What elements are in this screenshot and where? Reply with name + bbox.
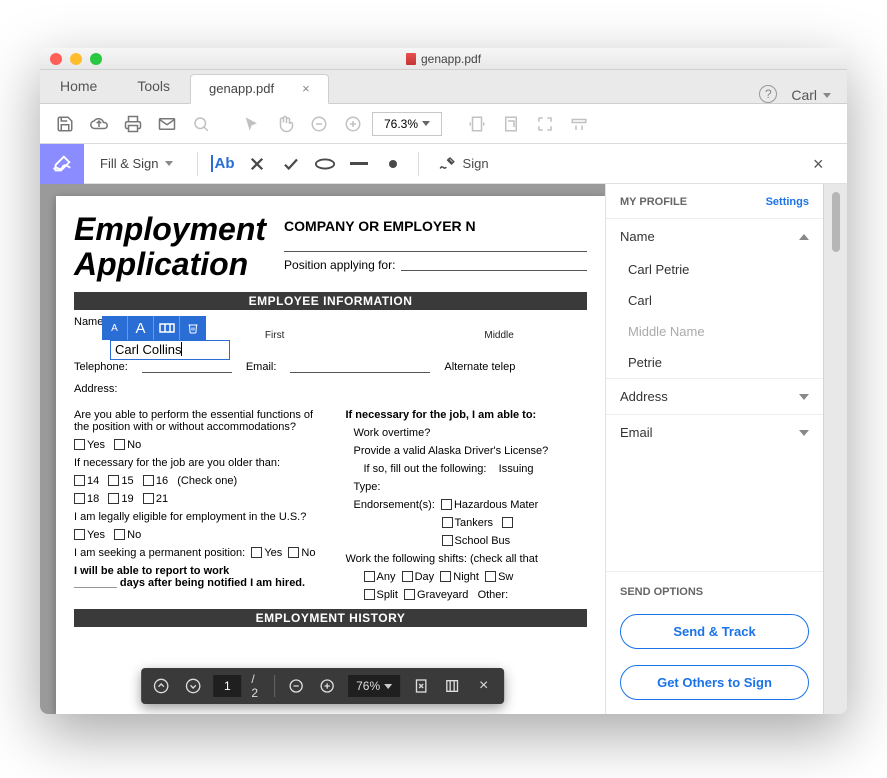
fullscreen-icon[interactable] bbox=[530, 109, 560, 139]
document-viewport[interactable]: Employment Application COMPANY OR EMPLOY… bbox=[40, 184, 605, 714]
window-title: genapp.pdf bbox=[421, 52, 481, 66]
tab-tools[interactable]: Tools bbox=[117, 69, 190, 103]
x-mark-tool[interactable] bbox=[240, 147, 274, 181]
increase-text-icon[interactable]: A bbox=[128, 316, 154, 340]
help-button[interactable]: ? bbox=[759, 85, 777, 103]
zoom-field[interactable]: 76.3% bbox=[372, 112, 442, 136]
pager-close-icon[interactable]: × bbox=[473, 675, 494, 697]
tab-home[interactable]: Home bbox=[40, 69, 117, 103]
profile-middlename[interactable]: Middle Name bbox=[606, 316, 823, 347]
add-text-tool[interactable]: Ab bbox=[206, 147, 240, 181]
settings-link[interactable]: Settings bbox=[766, 196, 809, 208]
minimize-window-button[interactable] bbox=[70, 53, 82, 65]
delete-text-icon[interactable] bbox=[180, 316, 206, 340]
text-edit-toolbar: A A bbox=[102, 316, 206, 340]
dot-tool[interactable] bbox=[376, 147, 410, 181]
send-options options-header: SEND OPTIONS bbox=[606, 571, 823, 606]
pager-fit-icon[interactable] bbox=[410, 675, 431, 697]
chevron-down-icon bbox=[823, 93, 831, 98]
fill-sign-dropdown[interactable]: Fill & Sign bbox=[84, 156, 189, 171]
fill-sign-icon bbox=[40, 144, 84, 184]
chevron-down-icon bbox=[799, 430, 809, 436]
zoom-out-icon[interactable] bbox=[304, 109, 334, 139]
tab-document[interactable]: genapp.pdf × bbox=[190, 74, 329, 104]
sign-tool[interactable]: Sign bbox=[427, 155, 499, 173]
fit-width-icon[interactable] bbox=[462, 109, 492, 139]
hand-icon[interactable] bbox=[270, 109, 300, 139]
right-scroll-rail bbox=[823, 184, 847, 714]
tab-close-icon[interactable]: × bbox=[302, 74, 310, 104]
chevron-down-icon bbox=[165, 161, 173, 166]
cursor-icon[interactable] bbox=[236, 109, 266, 139]
section-employment-history: EMPLOYMENT HISTORY bbox=[74, 609, 587, 627]
more-tools-icon[interactable] bbox=[564, 109, 594, 139]
top-tabs: Home Tools genapp.pdf × ? Carl bbox=[40, 70, 847, 104]
send-and-track-button[interactable]: Send & Track bbox=[620, 614, 809, 649]
profile-section-name[interactable]: Name bbox=[606, 218, 823, 254]
profile-section-address[interactable]: Address bbox=[606, 378, 823, 414]
save-icon[interactable] bbox=[50, 109, 80, 139]
zoom-window-button[interactable] bbox=[90, 53, 102, 65]
tab-document-label: genapp.pdf bbox=[209, 74, 274, 104]
page-up-icon[interactable] bbox=[151, 675, 172, 697]
profile-lastname[interactable]: Petrie bbox=[606, 347, 823, 378]
doc-title-1: Employment bbox=[74, 212, 266, 247]
mail-icon[interactable] bbox=[152, 109, 182, 139]
line-tool[interactable] bbox=[342, 147, 376, 181]
pdf-page: Employment Application COMPANY OR EMPLOY… bbox=[56, 196, 605, 714]
user-menu[interactable]: Carl bbox=[791, 87, 831, 103]
check-mark-tool[interactable] bbox=[274, 147, 308, 181]
company-label: COMPANY OR EMPLOYER N bbox=[284, 218, 587, 234]
chevron-up-icon bbox=[799, 234, 809, 240]
main-toolbar: 76.3% bbox=[40, 104, 847, 144]
my-profile-header: MY PROFILE bbox=[620, 196, 687, 208]
page-number-input[interactable] bbox=[213, 675, 241, 697]
scrollbar-thumb[interactable] bbox=[832, 192, 840, 252]
profile-firstname[interactable]: Carl bbox=[606, 285, 823, 316]
zoom-in-icon[interactable] bbox=[338, 109, 368, 139]
pdf-file-icon bbox=[406, 53, 416, 65]
close-window-button[interactable] bbox=[50, 53, 62, 65]
doc-title-2: Application bbox=[74, 247, 266, 282]
titlebar: genapp.pdf bbox=[40, 48, 847, 70]
pager-zoom-out-icon[interactable] bbox=[285, 675, 306, 697]
spacing-icon[interactable] bbox=[154, 316, 180, 340]
pager-zoom-in-icon[interactable] bbox=[317, 675, 338, 697]
print-icon[interactable] bbox=[118, 109, 148, 139]
pager-fullscreen-icon[interactable] bbox=[442, 675, 463, 697]
search-icon[interactable] bbox=[186, 109, 216, 139]
profile-section-email[interactable]: Email bbox=[606, 414, 823, 450]
fit-page-icon[interactable] bbox=[496, 109, 526, 139]
get-others-to-sign-button[interactable]: Get Others to Sign bbox=[620, 665, 809, 700]
page-navigator: / 2 76% × bbox=[141, 668, 505, 704]
close-panel-icon[interactable]: × bbox=[813, 154, 833, 174]
position-label: Position applying for: bbox=[284, 258, 395, 272]
chevron-down-icon bbox=[422, 121, 430, 126]
page-down-icon[interactable] bbox=[182, 675, 203, 697]
profile-fullname[interactable]: Carl Petrie bbox=[606, 254, 823, 285]
decrease-text-icon[interactable]: A bbox=[102, 316, 128, 340]
section-employee-info: EMPLOYEE INFORMATION bbox=[74, 292, 587, 310]
name-text-input[interactable]: Carl Collins bbox=[110, 340, 230, 360]
circle-tool[interactable] bbox=[308, 147, 342, 181]
fill-sign-toolbar: Fill & Sign Ab Sign × bbox=[40, 144, 847, 184]
cloud-upload-icon[interactable] bbox=[84, 109, 114, 139]
chevron-down-icon bbox=[799, 394, 809, 400]
pager-zoom-field[interactable]: 76% bbox=[348, 675, 400, 697]
profile-panel: MY PROFILE Settings Name Carl Petrie Car… bbox=[605, 184, 823, 714]
